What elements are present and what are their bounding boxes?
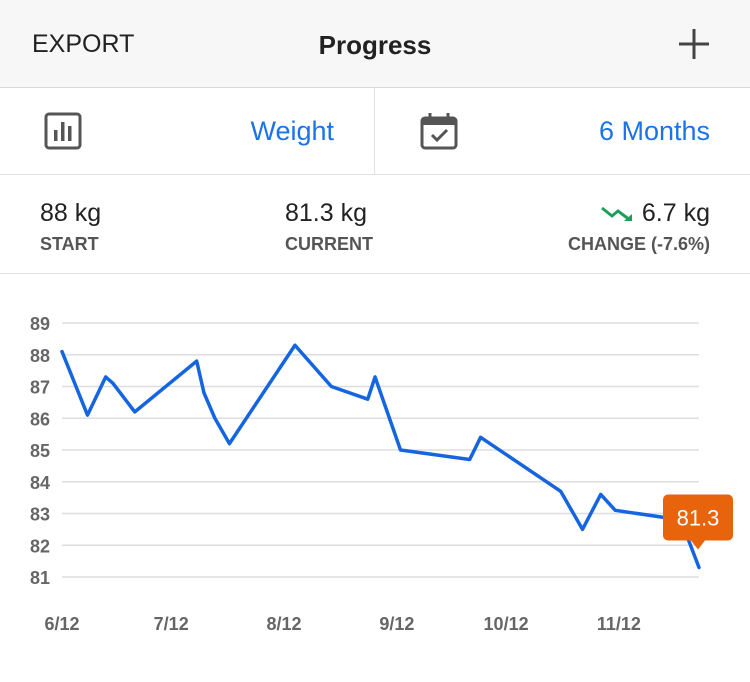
start-weight-label: START bbox=[40, 234, 99, 254]
bar-chart-icon bbox=[44, 112, 82, 150]
weight-chart[interactable]: 81 82 83 84 85 86 87 88 89 6/12 7/12 8/12 9/12 10/12 1… bbox=[0, 275, 750, 682]
x-tick-label: 7/12 bbox=[154, 614, 189, 634]
y-tick-label: 88 bbox=[30, 346, 50, 366]
change-weight-value: 6.7 kg bbox=[641, 199, 710, 227]
stat-start: 88 kg START bbox=[40, 199, 101, 255]
x-tick-label: 9/12 bbox=[379, 614, 414, 634]
stat-change: 6.7 kg CHANGE (-7.6%) bbox=[568, 199, 710, 255]
current-weight-label: CURRENT bbox=[285, 234, 373, 254]
top-bar: EXPORT Progress bbox=[0, 0, 750, 88]
export-button[interactable]: EXPORT bbox=[32, 30, 134, 59]
x-tick-label: 10/12 bbox=[484, 614, 529, 634]
selector-bar: Weight 6 Months bbox=[0, 88, 750, 175]
y-tick-label: 83 bbox=[30, 505, 50, 525]
weight-line-chart: 81 82 83 84 85 86 87 88 89 6/12 7/12 8/12 9/12 10/12 1… bbox=[30, 314, 733, 634]
current-value-badge-label: 81.3 bbox=[677, 505, 720, 530]
y-tick-label: 81 bbox=[30, 568, 50, 588]
range-selector-label: 6 Months bbox=[598, 116, 710, 146]
y-tick-label: 84 bbox=[30, 473, 50, 493]
trending-down-icon bbox=[600, 206, 632, 221]
x-tick-label: 8/12 bbox=[267, 614, 302, 634]
calendar-check-icon bbox=[420, 113, 458, 150]
y-tick-label: 89 bbox=[30, 314, 50, 334]
change-weight-label: CHANGE (-7.6%) bbox=[567, 234, 710, 254]
plus-icon[interactable] bbox=[676, 26, 712, 62]
y-tick-label: 86 bbox=[30, 409, 50, 429]
start-weight-value: 88 kg bbox=[40, 199, 102, 227]
y-tick-label: 82 bbox=[30, 536, 50, 556]
weight-series-line bbox=[60, 343, 701, 570]
current-weight-value: 81.3 kg bbox=[285, 199, 368, 227]
stats-row: 88 kg START 81.3 kg CURRENT 6.7 kg CHANG… bbox=[0, 175, 750, 274]
metric-selector-label: Weight bbox=[250, 116, 334, 146]
x-tick-label: 11/12 bbox=[597, 614, 641, 634]
y-tick-label: 85 bbox=[30, 441, 50, 461]
y-tick-label: 87 bbox=[30, 378, 50, 398]
metric-selector[interactable]: Weight bbox=[0, 88, 374, 175]
x-tick-label: 6/12 bbox=[44, 614, 79, 634]
stat-current: 81.3 kg CURRENT bbox=[285, 199, 373, 255]
range-selector[interactable]: 6 Months bbox=[375, 88, 750, 175]
